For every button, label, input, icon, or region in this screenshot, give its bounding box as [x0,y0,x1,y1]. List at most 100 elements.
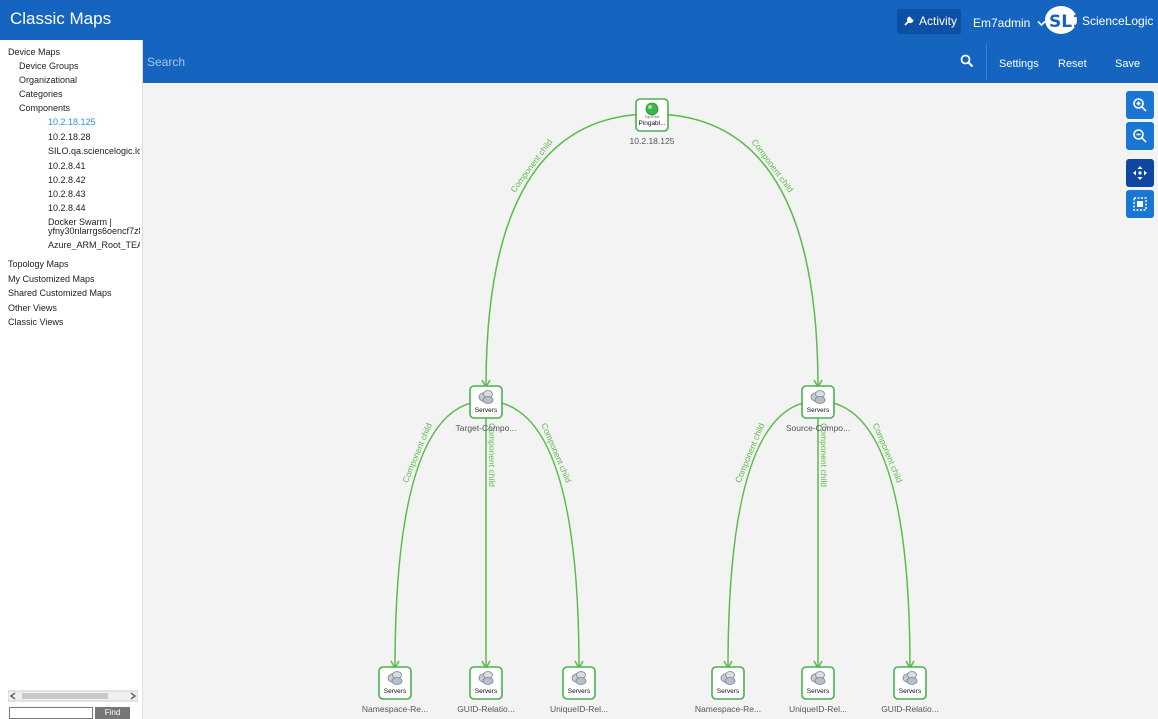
node-label: 10.2.18.125 [630,136,675,146]
root-device-node[interactable]: Top ErrorPingabl... 10.2.18.125 [630,98,675,146]
top-header-bar: Classic Maps Activity Em7admin SL1 Scien… [0,0,1158,40]
edge-line[interactable] [727,400,819,669]
node-label: Target-Compo... [456,423,517,433]
edge-label: Component child [400,421,434,484]
map-toolbar: Settings Reset Save [143,40,1158,83]
node-short-label: Servers [807,688,830,695]
component-node[interactable]: Servers Namespace-Re... [695,666,761,714]
green-status-icon [645,102,659,116]
node-label: GUID-Relatio... [457,704,515,714]
component-node[interactable]: Servers UniqueID-Rel... [550,666,608,714]
node-label: Namespace-Re... [362,704,428,714]
tree-item[interactable]: Classic Views [8,318,140,327]
cloud-part [575,677,587,685]
user-name: Em7admin [973,16,1031,30]
component-node[interactable]: Servers Namespace-Re... [362,666,428,714]
app-title: Classic Maps [10,9,112,28]
tree-item[interactable]: 10.2.8.43 [48,190,140,199]
settings-button[interactable]: Settings [999,58,1039,70]
node-short-label: Servers [717,688,740,695]
edge-label: Component child [750,137,796,194]
edge-label: Component child [539,421,573,484]
node-label: Namespace-Re... [695,704,761,714]
node-short-label: Servers [807,407,830,414]
search-icon[interactable] [960,54,974,68]
tree-item[interactable]: Azure_ARM_Root_TEAM [48,241,140,250]
edge-line[interactable] [817,400,911,669]
edge-line[interactable] [651,113,819,388]
topology-map[interactable]: Component child Component child Component … [143,83,1158,719]
node-short-label: Servers [568,688,591,695]
fit-to-screen-button[interactable] [1126,190,1154,218]
tree-item[interactable]: 10.2.8.41 [48,162,140,171]
tree-item[interactable]: Categories [19,90,140,99]
cloud-part [814,677,826,685]
cloud-part [482,396,494,404]
tree-item[interactable]: Components [19,104,140,113]
node-short-label: Servers [384,688,407,695]
tree-item[interactable]: 10.2.18.28 [48,133,140,142]
wrench-icon [904,16,914,26]
search-input[interactable] [147,52,937,72]
toolbar-divider [986,43,987,80]
node-label: UniqueID-Rel... [550,704,608,714]
cloud-part [391,677,403,685]
component-node[interactable]: Servers UniqueID-Rel... [789,666,847,714]
edge-line[interactable] [485,400,580,669]
node-short-label: Servers [475,688,498,695]
sciencelogic-logo: SL1 ScienceLogic [1044,4,1156,36]
edge-line[interactable] [485,113,653,388]
tree-item[interactable]: Topology Maps [8,260,140,269]
find-input[interactable] [9,707,93,719]
zoom-out-icon [1133,129,1147,143]
pan-icon [1133,166,1147,180]
node-short-label: Pingabl... [638,120,665,127]
component-node[interactable]: Servers Target-Compo... [456,385,517,433]
edge-label: Component child [871,421,905,484]
reset-button[interactable]: Reset [1058,58,1087,70]
edge-line[interactable] [394,400,487,669]
tree-item[interactable]: Device Groups [19,62,140,71]
tree-item[interactable]: 10.2.8.42 [48,176,140,185]
tree-item[interactable]: 10.2.8.44 [48,204,140,213]
logo-mark-text: SL1 [1049,12,1080,32]
sidebar-tree: Device Maps Device Groups Organizational Ca… [0,40,143,719]
find-button[interactable]: Find [95,707,130,719]
tree-item[interactable]: 10.2.18.125 [48,118,140,127]
node-label: Source-Compo... [786,423,850,433]
save-button[interactable]: Save [1115,58,1140,70]
user-menu[interactable]: Em7admin [973,16,1046,30]
zoom-out-button[interactable] [1126,122,1154,150]
node-label: GUID-Relatio... [881,704,939,714]
map-canvas[interactable]: Component child Component child Component … [143,83,1158,719]
horizontal-scrollbar[interactable] [8,690,138,702]
cloud-part [906,677,918,685]
activity-button[interactable]: Activity [897,9,961,34]
cloud-part [482,677,494,685]
node-short-label: Servers [475,407,498,414]
component-node[interactable]: Servers Source-Compo... [786,385,850,433]
tree-item[interactable]: Device Maps [8,48,140,57]
activity-label: Activity [919,14,958,28]
tree-item[interactable]: SILO.qa.sciencelogic.loca [48,147,140,156]
logo-text: ScienceLogic [1082,14,1154,28]
sl1-logo-icon: SL1 [1045,6,1080,34]
tree-item[interactable]: My Customized Maps [8,275,140,284]
component-node[interactable]: Servers GUID-Relatio... [881,666,939,714]
edge-label: Component child [508,137,554,194]
fit-to-screen-icon [1133,197,1147,211]
component-node[interactable]: Servers GUID-Relatio... [457,666,515,714]
node-layer: Top ErrorPingabl... 10.2.18.125 Servers Tar… [362,98,939,714]
node-label: UniqueID-Rel... [789,704,847,714]
tree-item[interactable]: Shared Customized Maps [8,289,140,298]
zoom-in-icon [1133,98,1147,112]
node-short-label: Servers [899,688,922,695]
tree-item[interactable]: Other Views [8,304,140,313]
pan-button[interactable] [1126,159,1154,187]
cloud-part [814,396,826,404]
tree-item[interactable]: Docker Swarm | yfny30nlarrgs6oencf7z8: [48,218,140,236]
tree-item[interactable]: Organizational [19,76,140,85]
icon-caption: Top Error [645,115,660,119]
zoom-in-button[interactable] [1126,91,1154,119]
edge-label: Component child [733,421,767,484]
